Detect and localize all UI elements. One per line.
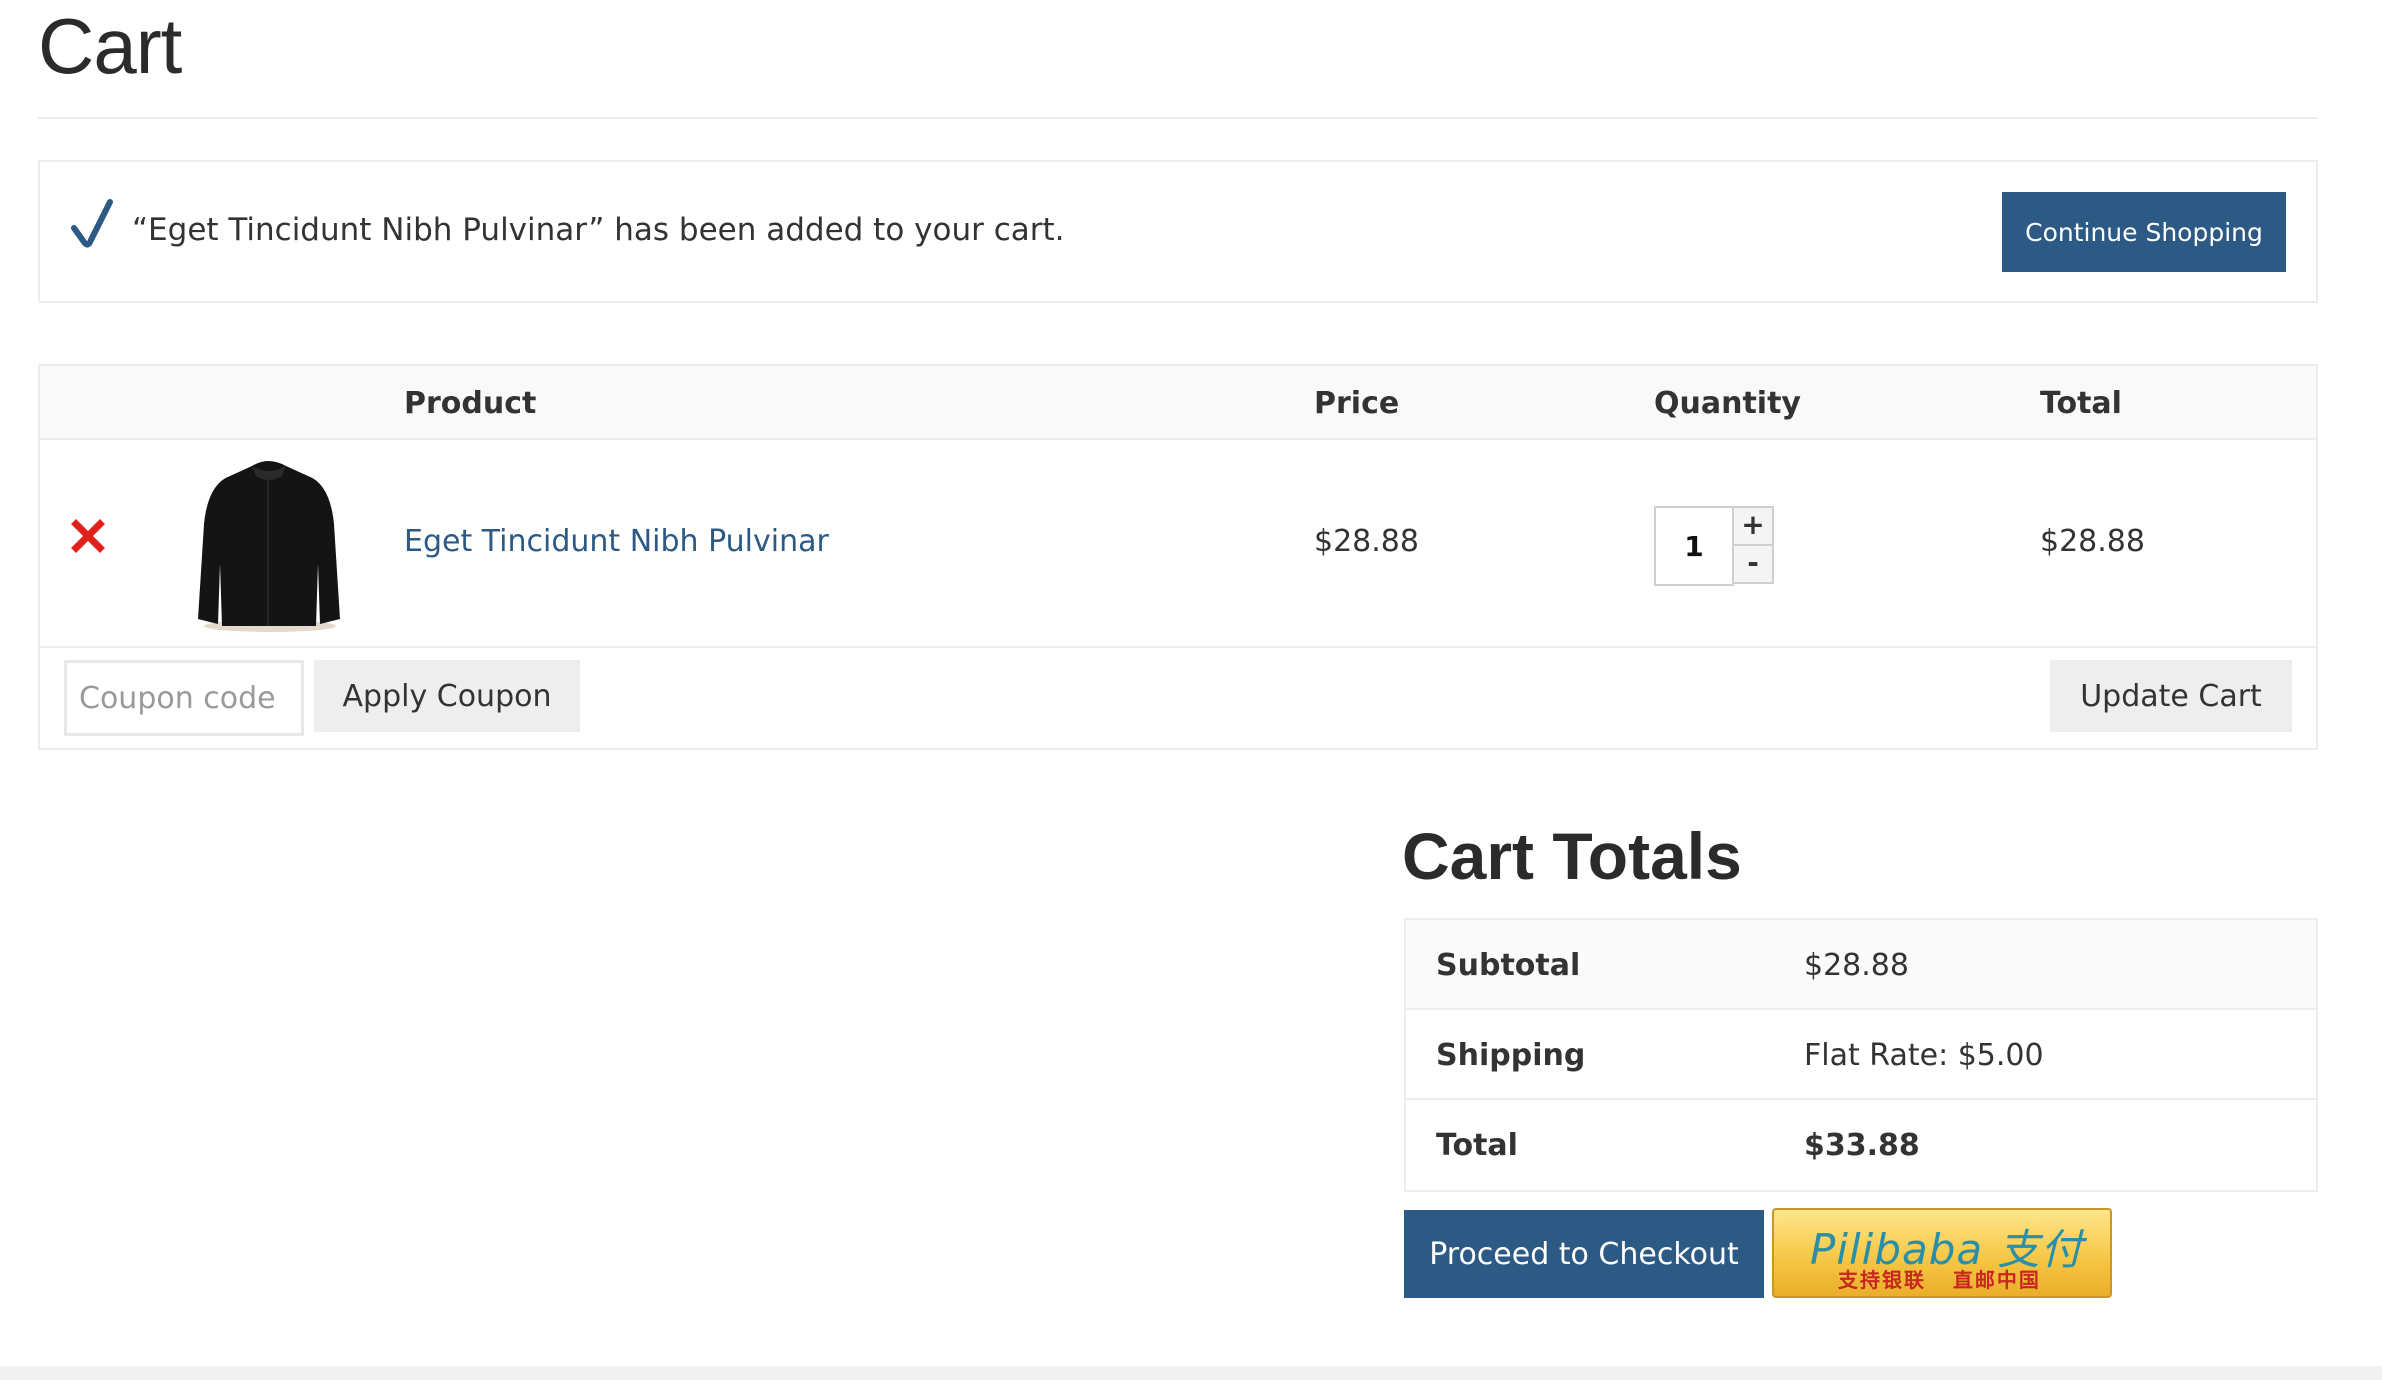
footer-strip xyxy=(0,1366,2382,1380)
remove-item-icon[interactable] xyxy=(70,518,106,554)
shipping-label: Shipping xyxy=(1436,1038,1586,1073)
cart-table-header: Product Price Quantity Total xyxy=(40,366,2316,440)
subtotal-row: Subtotal $28.88 xyxy=(1406,920,2316,1010)
notice-message: “Eget Tincidunt Nibh Pulvinar” has been … xyxy=(132,212,1065,248)
order-total-label: Total xyxy=(1436,1128,1518,1163)
update-cart-button[interactable]: Update Cart xyxy=(2050,660,2292,732)
quantity-input[interactable] xyxy=(1654,506,1734,586)
item-price: $28.88 xyxy=(1314,524,1419,559)
quantity-stepper: + - xyxy=(1654,506,1774,586)
subtotal-value: $28.88 xyxy=(1804,948,1909,983)
cart-page: Cart “Eget Tincidunt Nibh Pulvinar” has … xyxy=(0,0,2382,1380)
continue-shopping-button[interactable]: Continue Shopping xyxy=(2002,192,2286,272)
order-total-value: $33.88 xyxy=(1804,1128,1920,1163)
table-row: Eget Tincidunt Nibh Pulvinar $28.88 + - … xyxy=(40,440,2316,648)
cart-actions: Apply Coupon Update Cart xyxy=(40,648,2316,748)
cart-totals-title: Cart Totals xyxy=(1402,819,1742,893)
cart-table: Product Price Quantity Total Eget Tincid… xyxy=(38,364,2318,750)
cart-totals-table: Subtotal $28.88 Shipping Flat Rate: $5.0… xyxy=(1404,918,2318,1192)
cart-notice: “Eget Tincidunt Nibh Pulvinar” has been … xyxy=(38,160,2318,303)
item-total: $28.88 xyxy=(2040,524,2145,559)
header-price: Price xyxy=(1314,386,1400,421)
quantity-increase-button[interactable]: + xyxy=(1732,506,1774,546)
shipping-value: Flat Rate: $5.00 xyxy=(1804,1038,2044,1073)
pilibaba-tagline: 支持银联 直邮中国 xyxy=(1838,1268,2041,1292)
page-title: Cart xyxy=(38,2,182,90)
pilibaba-pay-button[interactable]: Pilibaba 支付 支持银联 直邮中国 xyxy=(1772,1208,2112,1298)
quantity-decrease-button[interactable]: - xyxy=(1732,544,1774,584)
check-icon xyxy=(71,199,113,248)
product-name-link[interactable]: Eget Tincidunt Nibh Pulvinar xyxy=(404,524,829,559)
order-total-row: Total $33.88 xyxy=(1406,1100,2316,1190)
header-product: Product xyxy=(404,386,537,421)
header-quantity: Quantity xyxy=(1654,386,1801,421)
header-total: Total xyxy=(2040,386,2122,421)
product-thumbnail[interactable] xyxy=(190,454,346,634)
subtotal-label: Subtotal xyxy=(1436,948,1581,983)
proceed-to-checkout-button[interactable]: Proceed to Checkout xyxy=(1404,1210,1764,1298)
title-divider xyxy=(38,117,2318,119)
coupon-code-input[interactable] xyxy=(64,660,304,736)
shipping-row: Shipping Flat Rate: $5.00 xyxy=(1406,1010,2316,1100)
apply-coupon-button[interactable]: Apply Coupon xyxy=(314,660,580,732)
